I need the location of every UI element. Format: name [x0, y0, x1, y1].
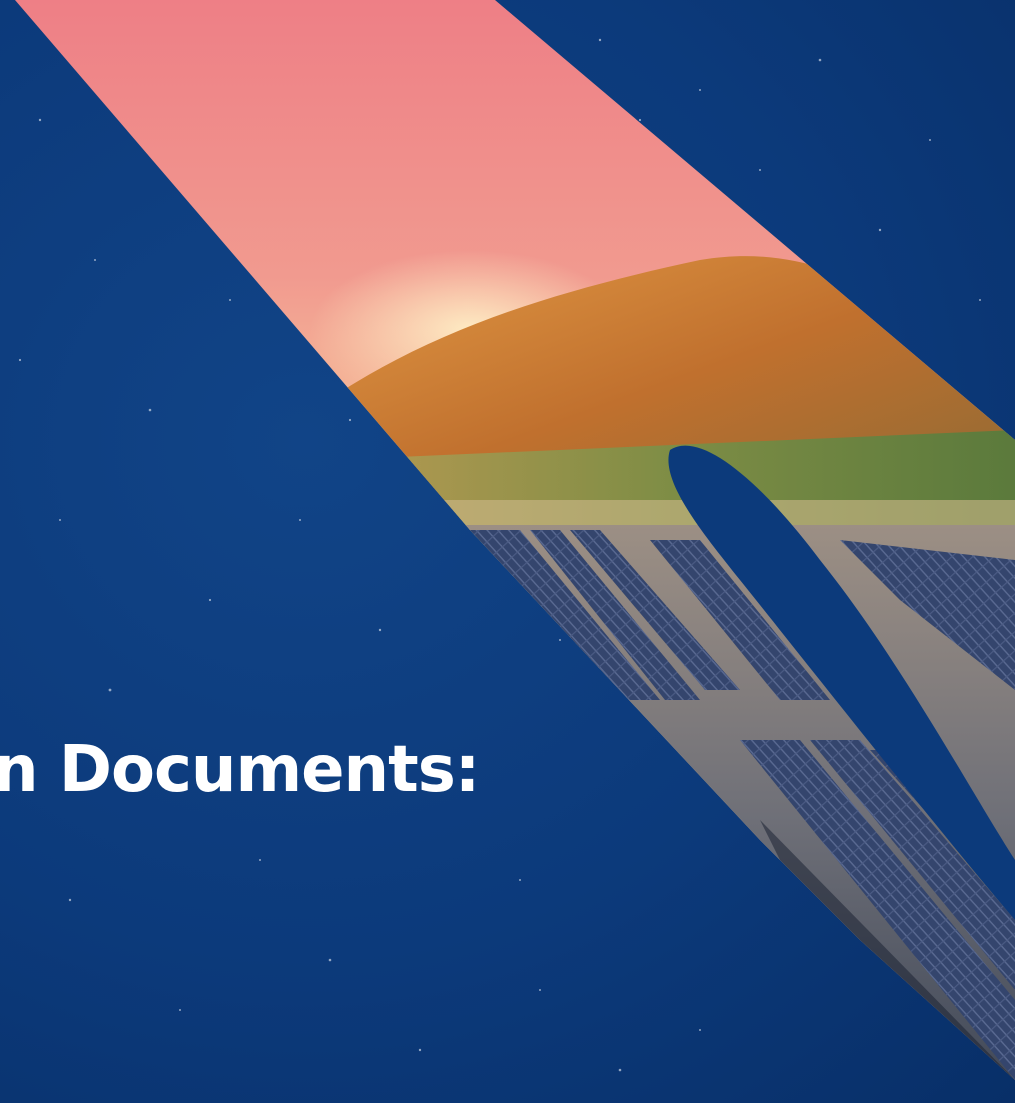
headline-text: n Documents:	[0, 733, 480, 807]
banner-artwork	[15, 0, 1015, 1080]
landscape-photo	[15, 0, 1015, 1080]
banner: n Documents:	[0, 0, 1015, 1103]
